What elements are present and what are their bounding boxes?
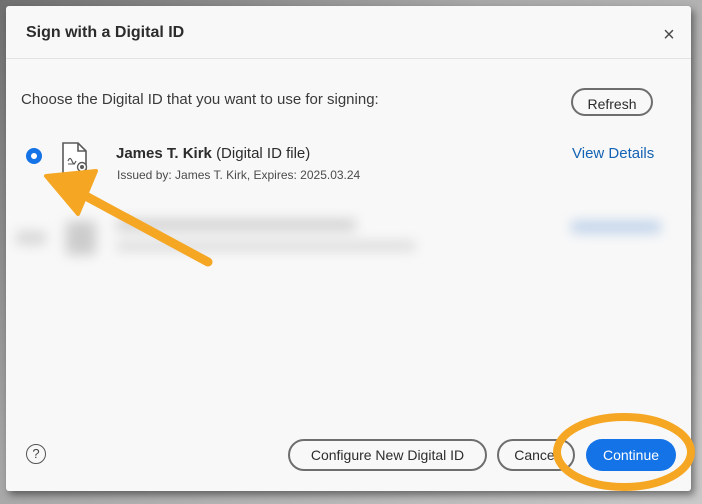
blurred-id-row	[6, 201, 691, 271]
blurred-radio	[16, 231, 46, 245]
cancel-button[interactable]: Cancel	[497, 439, 575, 471]
id-name: James T. Kirk	[116, 145, 212, 162]
view-details-link[interactable]: View Details	[572, 145, 654, 162]
blurred-icon	[66, 221, 96, 255]
close-icon[interactable]: ×	[660, 25, 678, 45]
id-issued-info: Issued by: James T. Kirk, Expires: 2025.…	[117, 168, 361, 182]
blurred-issued	[116, 241, 416, 251]
blurred-name	[116, 219, 356, 231]
id-radio-selected[interactable]	[26, 148, 42, 164]
id-name-line: James T. Kirk (Digital ID file)	[116, 145, 310, 162]
choose-id-prompt: Choose the Digital ID that you want to u…	[21, 91, 379, 108]
id-type: (Digital ID file)	[216, 145, 311, 162]
dialog-title: Sign with a Digital ID	[26, 24, 185, 41]
certificate-file-icon	[62, 142, 88, 176]
dialog-title-bar: Sign with a Digital ID ×	[6, 6, 691, 59]
configure-new-id-button[interactable]: Configure New Digital ID	[288, 439, 487, 471]
sign-digital-id-dialog: Sign with a Digital ID × Choose the Digi…	[6, 6, 691, 491]
continue-button[interactable]: Continue	[586, 439, 676, 471]
refresh-button[interactable]: Refresh	[571, 88, 653, 116]
digital-id-row[interactable]: James T. Kirk (Digital ID file) Issued b…	[6, 131, 691, 191]
help-icon[interactable]: ?	[26, 444, 46, 464]
blurred-link	[571, 221, 661, 233]
